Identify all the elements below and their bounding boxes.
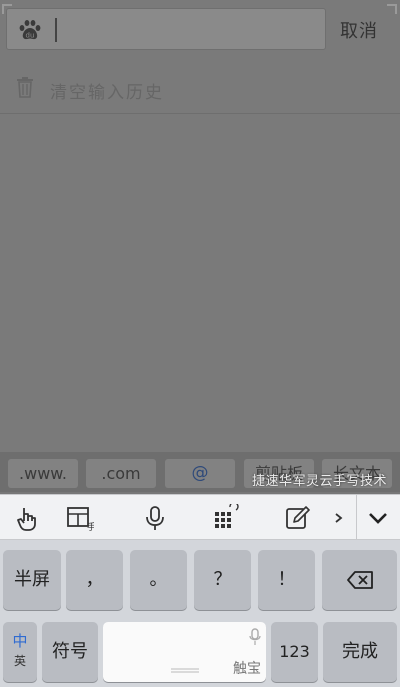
key-question[interactable]: ？ bbox=[194, 550, 251, 610]
cancel-button[interactable]: 取消 bbox=[340, 17, 378, 43]
frame-corner bbox=[387, 4, 397, 14]
space-key[interactable]: 触宝 bbox=[103, 622, 266, 682]
svg-text:手: 手 bbox=[87, 521, 94, 532]
baidu-paw-icon: du bbox=[19, 20, 41, 40]
microphone-icon[interactable] bbox=[141, 504, 169, 532]
quick-key-com[interactable]: .com bbox=[86, 459, 156, 488]
edit-icon[interactable] bbox=[284, 504, 312, 532]
clear-history-label: 清空输入历史 bbox=[50, 83, 164, 103]
lang-chinese-label: 中 bbox=[12, 632, 28, 650]
toolbar-divider bbox=[356, 495, 357, 541]
lang-english-label: 英 bbox=[13, 654, 26, 668]
clear-history-row[interactable]: 清空输入历史 bbox=[0, 62, 400, 114]
quick-key-at[interactable]: @ bbox=[165, 459, 235, 488]
mic-small-icon bbox=[249, 628, 261, 645]
trash-icon bbox=[17, 77, 33, 98]
key-comma[interactable]: ， bbox=[66, 550, 123, 610]
svg-text:du: du bbox=[26, 32, 35, 40]
quick-key-www[interactable]: .www. bbox=[8, 459, 78, 488]
handwriting-layout-icon[interactable]: 手 bbox=[66, 504, 94, 532]
numbers-key[interactable]: 123 bbox=[271, 622, 318, 682]
hand-pointer-icon[interactable] bbox=[13, 504, 41, 532]
chevron-right-icon[interactable] bbox=[330, 504, 348, 532]
key-half-screen[interactable]: 半屏 bbox=[3, 550, 61, 610]
text-cursor bbox=[55, 18, 57, 42]
space-lines-icon bbox=[171, 668, 199, 673]
search-screen: du 取消 清空输入历史 bbox=[0, 0, 400, 492]
key-period[interactable]: 。 bbox=[130, 550, 187, 610]
watermark: 捷速华军灵云手写技术 bbox=[252, 474, 388, 489]
key-exclamation[interactable]: ！ bbox=[258, 550, 315, 610]
symbols-key[interactable]: 符号 bbox=[42, 622, 98, 682]
space-hint-label: 触宝 bbox=[233, 661, 261, 677]
backspace-key[interactable] bbox=[322, 550, 397, 610]
search-input[interactable]: du bbox=[6, 8, 326, 50]
backspace-icon bbox=[347, 571, 373, 589]
collapse-keyboard-icon[interactable] bbox=[364, 504, 392, 532]
keyboard-toolbar: 手 bbox=[0, 494, 400, 541]
lang-switch-key[interactable]: 中 英 bbox=[3, 622, 37, 682]
keyboard: 半屏 ， 。 ？ ！ 中 英 符号 触宝 123 完成 bbox=[0, 540, 400, 687]
done-key[interactable]: 完成 bbox=[323, 622, 397, 682]
keypad-grid-icon[interactable] bbox=[212, 504, 240, 532]
